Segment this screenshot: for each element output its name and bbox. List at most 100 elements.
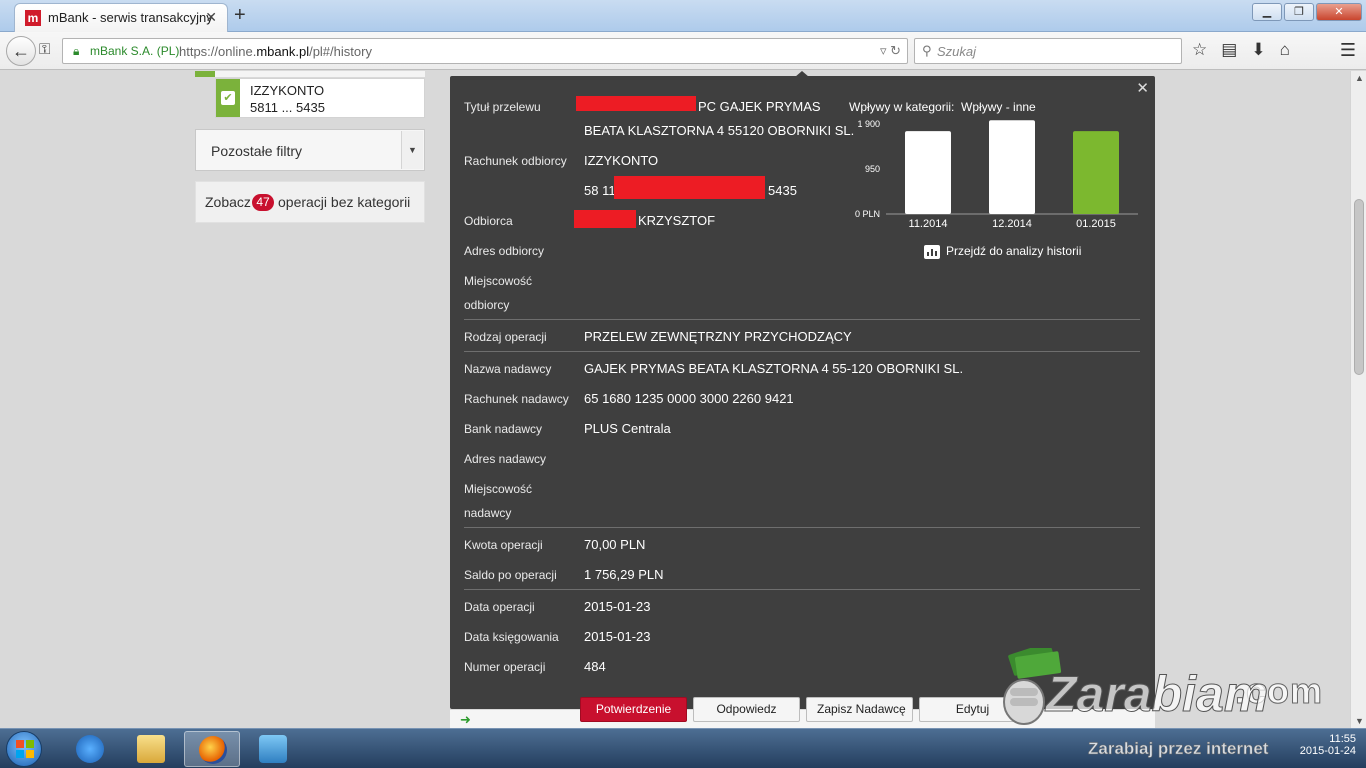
booking-date-label: Data księgowania <box>464 630 559 644</box>
close-window-button[interactable]: ✕ <box>1316 3 1362 21</box>
taskbar-explorer[interactable] <box>123 731 179 767</box>
divider <box>464 527 1140 528</box>
checkbox-icon[interactable]: ✔ <box>216 79 240 117</box>
chevron-down-icon: ▼ <box>401 131 423 169</box>
new-tab-button[interactable]: + <box>234 4 246 27</box>
windows-logo-icon <box>16 740 34 758</box>
edit-button[interactable]: Edytuj <box>919 697 1026 722</box>
media-player-icon <box>259 735 287 763</box>
internet-explorer-icon <box>76 735 104 763</box>
clock-date: 2015-01-24 <box>1299 745 1356 757</box>
minimize-button[interactable]: ▁ <box>1252 3 1282 21</box>
recipient-account-name: IZZYKONTO <box>584 153 659 168</box>
chart-bar[interactable] <box>1073 131 1119 214</box>
operation-number-value: 484 <box>584 659 606 674</box>
other-filters-dropdown[interactable]: Pozostałe filtry ▼ <box>195 129 425 171</box>
recipient-city-label-2: odbiorcy <box>464 298 510 312</box>
operation-date-value: 2015-01-23 <box>584 599 651 614</box>
browser-tab[interactable]: m mBank - serwis transakcyjny ✕ <box>14 3 228 32</box>
x-tick-label: 12.2014 <box>992 218 1032 230</box>
divider <box>464 319 1140 320</box>
x-tick-label: 01.2015 <box>1076 218 1116 230</box>
recipient-label: Odbiorca <box>464 214 513 228</box>
y-tick-label: 1 900 <box>857 119 880 129</box>
operation-type-label: Rodzaj operacji <box>464 330 547 344</box>
scroll-down-icon[interactable]: ▼ <box>1355 716 1364 726</box>
confirmation-button[interactable]: Potwierdzenie <box>580 697 687 722</box>
back-button[interactable]: ← <box>6 36 36 66</box>
close-icon[interactable]: ✕ <box>1136 79 1149 97</box>
balance-label: Saldo po operacji <box>464 568 557 582</box>
search-placeholder: Szukaj <box>937 44 977 59</box>
redaction <box>574 210 636 228</box>
sender-bank-value: PLUS Centrala <box>584 421 671 436</box>
taskbar-media-player[interactable] <box>245 731 301 767</box>
incoming-arrow-icon: ➜ <box>460 712 471 727</box>
chart-title: Wpływy w kategorii: Wpływy - inne <box>849 100 1036 114</box>
taskbar-internet-explorer[interactable] <box>62 731 118 767</box>
redaction <box>576 96 696 111</box>
reload-icon[interactable]: ▿ ↻ <box>880 43 901 59</box>
tab-title: mBank - serwis transakcyjny <box>48 10 213 25</box>
start-button[interactable] <box>6 731 42 767</box>
key-icon[interactable]: ⚿ <box>39 41 50 58</box>
recipient-account-suffix: 5435 <box>768 183 797 198</box>
account-item-previous[interactable] <box>195 71 425 77</box>
hamburger-menu-icon[interactable]: ☰ <box>1340 40 1356 61</box>
padlock-icon: 🔒︎ <box>73 44 80 58</box>
sender-city-label-2: nadawcy <box>464 506 512 520</box>
sender-name-label: Nazwa nadawcy <box>464 362 552 376</box>
clock-time: 11:55 <box>1329 733 1356 745</box>
search-box[interactable]: ⚲ Szukaj <box>914 38 1182 64</box>
save-sender-button[interactable]: Zapisz Nadawcę <box>806 697 913 722</box>
toolbar-icons: ☆ ▤ ⬇ ⌂ <box>1192 40 1290 60</box>
reply-button[interactable]: Odpowiedz <box>693 697 800 722</box>
recipient-city-label: Miejscowość <box>464 274 533 288</box>
url-text[interactable]: https://online.mbank.pl/pl#/history <box>179 44 372 59</box>
sender-bank-label: Bank nadawcy <box>464 422 543 436</box>
page-scrollbar[interactable]: ▲ ▼ <box>1350 71 1366 728</box>
history-analysis-link[interactable]: Przejdź do analizy historii <box>924 244 1081 259</box>
system-clock[interactable]: 11:55 2015-01-24 <box>1300 733 1356 757</box>
sender-account-label: Rachunek nadawcy <box>464 392 569 406</box>
taskbar-firefox[interactable] <box>184 731 240 767</box>
recipient-address-label: Adres odbiorcy <box>464 244 545 258</box>
address-bar[interactable]: 🔒︎ mBank S.A. (PL) https://online.mbank.… <box>62 38 908 64</box>
divider <box>464 589 1140 590</box>
maximize-button[interactable]: ❐ <box>1284 3 1314 21</box>
windows-taskbar: 11:55 2015-01-24 Zarabiam Zarabiaj przez… <box>0 666 1366 768</box>
chart-bar[interactable] <box>989 120 1035 214</box>
account-item-izzykonto[interactable]: ✔ IZZYKONTO 5811 ... 5435 <box>215 78 425 118</box>
sender-name-value: GAJEK PRYMAS BEATA KLASZTORNA 4 55-120 O… <box>584 361 964 376</box>
scroll-thumb[interactable] <box>1354 199 1364 375</box>
chart-bar[interactable] <box>905 131 951 214</box>
bookmark-star-icon[interactable]: ☆ <box>1192 40 1207 60</box>
watermark-main: Zarabiam <box>1045 666 1269 723</box>
action-buttons: Potwierdzenie Odpowiedz Zapisz Nadawcę E… <box>580 697 1026 722</box>
operation-type-value: PRZELEW ZEWNĘTRZNY PRZYCHODZĄCY <box>584 329 852 344</box>
operation-date-label: Data operacji <box>464 600 535 614</box>
recipient-account-label: Rachunek odbiorcy <box>464 154 567 168</box>
home-icon[interactable]: ⌂ <box>1280 40 1290 60</box>
sender-city-label: Miejscowość <box>464 482 533 496</box>
sender-account-value: 65 1680 1235 0000 3000 2260 9421 <box>584 391 794 406</box>
window-controls: ▁ ❐ ✕ <box>1252 3 1362 21</box>
operation-number-label: Numer operacji <box>464 660 546 674</box>
mbank-favicon-icon: m <box>25 10 41 26</box>
title-label: Tytuł przelewu <box>464 100 541 114</box>
tab-close-icon[interactable]: ✕ <box>205 9 217 26</box>
watermark-sub: Zarabiaj przez internet <box>1088 739 1269 759</box>
back-arrow-icon: ← <box>12 41 30 61</box>
scroll-up-icon[interactable]: ▲ <box>1355 73 1364 83</box>
uncategorized-link[interactable]: Zobacz 47 operacji bez kategorii <box>195 181 425 223</box>
firefox-icon <box>199 736 227 764</box>
reading-list-icon[interactable]: ▤ <box>1221 40 1237 60</box>
count-badge: 47 <box>252 194 274 211</box>
balance-value: 1 756,29 PLN <box>584 567 664 582</box>
download-icon[interactable]: ⬇ <box>1251 40 1265 60</box>
nocat-suffix: operacji bez kategorii <box>278 194 411 210</box>
site-identity[interactable]: mBank S.A. (PL) <box>90 44 179 58</box>
booking-date-value: 2015-01-23 <box>584 629 651 644</box>
window-titlebar: m mBank - serwis transakcyjny ✕ + ▁ ❐ ✕ <box>0 0 1366 32</box>
nocat-prefix: Zobacz <box>205 194 251 210</box>
